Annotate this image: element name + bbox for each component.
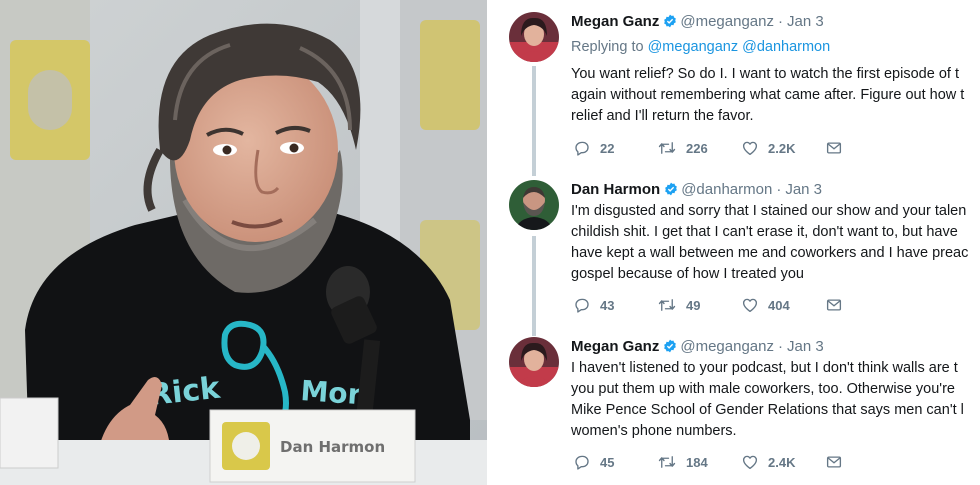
avatar-image [509, 180, 559, 230]
direct-message-button[interactable] [825, 295, 852, 315]
retweet-button[interactable]: 226 [657, 138, 708, 158]
like-count: 2.4K [768, 454, 796, 470]
avatar-megan-ganz[interactable] [509, 337, 559, 387]
direct-message-button[interactable] [825, 138, 852, 158]
like-count: 2.2K [768, 140, 796, 156]
tweet-actions: 43 49 404 [573, 295, 873, 315]
separator-dot: · [776, 181, 782, 198]
replying-to: Replying to @meganganz @danharmon [571, 37, 830, 57]
photo-illustration: Rick Mort Dan Harmon [0, 0, 487, 485]
author-handle[interactable]: @danharmon [681, 181, 772, 198]
avatar-megan-ganz[interactable] [509, 12, 559, 62]
verified-badge-icon [665, 182, 678, 196]
tweet-text-line: relief and I'll return the favor. [571, 108, 754, 124]
tweet-text-line: women's phone numbers. [571, 423, 737, 439]
avatar-image [509, 337, 559, 387]
tweet-thread: Megan Ganz @meganganz · Jan 3 Replying to @… [487, 0, 980, 485]
reply-icon [575, 298, 589, 313]
like-button[interactable]: 2.2K [741, 138, 795, 158]
reply-icon [575, 455, 589, 470]
mention-link[interactable]: @danharmon [742, 39, 830, 55]
separator-dot: · [777, 338, 783, 355]
tweet-actions: 45 184 2.4K [573, 452, 873, 472]
tweet-date[interactable]: Jan 3 [785, 181, 822, 198]
verified-badge-icon [664, 339, 677, 353]
retweet-button[interactable]: 184 [657, 452, 708, 472]
tweet[interactable]: Megan Ganz @meganganz · Jan 3 Replying to @… [487, 12, 980, 172]
retweet-button[interactable]: 49 [657, 295, 700, 315]
author-name[interactable]: Dan Harmon [571, 181, 660, 198]
tweet-text-line: gospel because of how I treated you [571, 266, 804, 282]
author-handle[interactable]: @meganganz [680, 338, 774, 355]
tweet-date[interactable]: Jan 3 [787, 13, 824, 30]
reply-button[interactable]: 45 [573, 452, 614, 472]
tweet-date[interactable]: Jan 3 [787, 338, 824, 355]
tweet-text: You want relief? So do I. I want to watc… [571, 64, 980, 127]
reply-icon [575, 141, 589, 156]
like-button[interactable]: 2.4K [741, 452, 795, 472]
avatar-image [509, 12, 559, 62]
reply-count: 45 [600, 454, 615, 470]
avatar-dan-harmon[interactable] [509, 180, 559, 230]
reply-count: 43 [600, 297, 615, 313]
author-name[interactable]: Megan Ganz [571, 13, 659, 30]
retweet-icon [658, 456, 676, 468]
tweet-text-line: Mike Pence School of Gender Relations th… [571, 402, 964, 418]
tweet-header: Megan Ganz @meganganz · Jan 3 [571, 12, 824, 32]
tweet-text-line: I'm disgusted and sorry that I stained o… [571, 203, 967, 219]
retweet-count: 184 [686, 454, 708, 470]
tweet-text-line: again without remembering what came afte… [571, 87, 965, 103]
retweet-count: 226 [686, 140, 708, 156]
verified-badge-icon [664, 14, 677, 28]
tweet-header: Dan Harmon @danharmon · Jan 3 [571, 180, 822, 200]
author-handle[interactable]: @meganganz [680, 13, 774, 30]
separator-dot: · [777, 13, 783, 30]
retweet-count: 49 [686, 297, 701, 313]
heart-icon [742, 298, 758, 313]
tweet-text-line: you put them up with male coworkers, too… [571, 381, 955, 397]
tweet-text-line: have kept a wall between me and coworker… [571, 245, 969, 261]
tweet-text-line: I haven't listened to your podcast, but … [571, 360, 958, 376]
tweet-header: Megan Ganz @meganganz · Jan 3 [571, 337, 824, 357]
direct-message-button[interactable] [825, 452, 852, 472]
retweet-icon [658, 299, 676, 311]
replying-label: Replying to [571, 39, 644, 55]
reply-button[interactable]: 22 [573, 138, 614, 158]
like-count: 404 [768, 297, 790, 313]
retweet-icon [658, 142, 676, 154]
tweet-text-line: childish shit. I get that I can't erase … [571, 224, 958, 240]
heart-icon [742, 455, 758, 470]
like-button[interactable]: 404 [741, 295, 790, 315]
envelope-icon [826, 456, 842, 468]
tweet-text: I'm disgusted and sorry that I stained o… [571, 201, 980, 285]
tweet-text-line: You want relief? So do I. I want to watc… [571, 66, 959, 82]
reply-count: 22 [600, 140, 615, 156]
reply-button[interactable]: 43 [573, 295, 614, 315]
heart-icon [742, 141, 758, 156]
photo: Rick Mort Dan Harmon [0, 0, 487, 485]
tweet-text: I haven't listened to your podcast, but … [571, 358, 980, 442]
author-name[interactable]: Megan Ganz [571, 338, 659, 355]
tweet-actions: 22 226 2.2K [573, 138, 873, 158]
tweet[interactable]: Megan Ganz @meganganz · Jan 3 I haven't lis… [487, 337, 980, 482]
envelope-icon [826, 299, 842, 311]
tweet[interactable]: Dan Harmon @danharmon · Jan 3 I'm disgusted… [487, 180, 980, 320]
envelope-icon [826, 142, 842, 154]
svg-text:Dan Harmon: Dan Harmon [280, 438, 385, 456]
mention-link[interactable]: @meganganz [648, 39, 739, 55]
